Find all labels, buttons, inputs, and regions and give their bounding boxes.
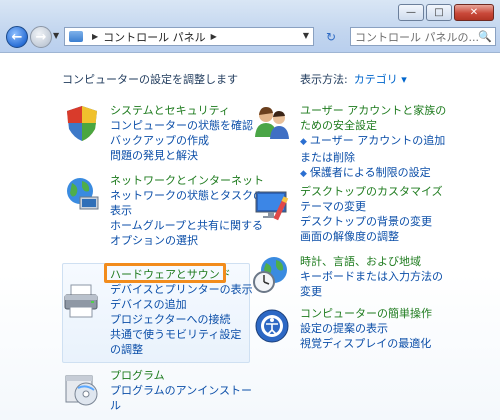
- address-bar[interactable]: ▶ コントロール パネル ▶ ▼: [64, 27, 314, 46]
- breadcrumb-chevron-icon[interactable]: ▶: [211, 32, 217, 41]
- caption-buttons: — □ ✕: [398, 4, 494, 21]
- category-title-network[interactable]: ネットワークとインターネット: [110, 173, 272, 188]
- back-arrow-icon: ←: [11, 29, 23, 45]
- users-icon[interactable]: [252, 103, 292, 143]
- category-title-system[interactable]: システムとセキュリティ: [110, 103, 253, 118]
- link-network-status[interactable]: ネットワークの状態とタスクの表示: [110, 188, 272, 218]
- forward-arrow-icon: →: [35, 29, 47, 45]
- link-change-theme[interactable]: テーマの変更: [300, 199, 443, 214]
- search-input[interactable]: コントロール パネルの... 🔍: [350, 27, 496, 46]
- category-title-programs[interactable]: プログラム: [110, 368, 262, 383]
- highlight-frame: [104, 263, 226, 283]
- refresh-icon: ↻: [325, 29, 337, 44]
- close-button[interactable]: ✕: [454, 4, 494, 21]
- address-dropdown-icon[interactable]: ▼: [303, 31, 309, 40]
- navigation-bar: ← → ▼ ▶ コントロール パネル ▶ ▼ ↻ コントロール パネルの... …: [4, 26, 496, 48]
- view-by-label: 表示方法:: [300, 73, 348, 86]
- view-by: 表示方法: カテゴリ ▾: [300, 71, 407, 87]
- search-icon[interactable]: 🔍: [478, 30, 492, 43]
- title-bar: — □ ✕ ← → ▼ ▶ コントロール パネル ▶ ▼ ↻ コントロール パネ…: [0, 0, 500, 53]
- ease-of-access-icon[interactable]: [252, 306, 292, 346]
- link-adjust-resolution[interactable]: 画面の解像度の調整: [300, 229, 443, 244]
- breadcrumb-control-panel[interactable]: コントロール パネル: [103, 29, 206, 45]
- page-title: コンピューターの設定を調整します: [62, 73, 238, 86]
- network-globe-icon[interactable]: [62, 173, 102, 213]
- link-mobility-settings[interactable]: 共通で使うモビリティ設定の調整: [110, 327, 248, 357]
- link-add-device[interactable]: デバイスの追加: [110, 297, 253, 312]
- link-find-fix-problems[interactable]: 問題の発見と解決: [110, 148, 253, 163]
- category-title-ease[interactable]: コンピューターの簡単操作: [300, 306, 432, 321]
- link-optimize-display[interactable]: 視覚ディスプレイの最適化: [300, 336, 432, 351]
- category-title-appearance[interactable]: デスクトップのカスタマイズ: [300, 184, 443, 199]
- forward-button[interactable]: →: [30, 26, 52, 48]
- link-homegroup-options[interactable]: ホームグループと共有に関するオプションの選択: [110, 218, 272, 248]
- link-check-status[interactable]: コンピューターの状態を確認: [110, 118, 253, 133]
- link-connect-projector[interactable]: プロジェクターへの接続: [110, 312, 253, 327]
- link-create-backup[interactable]: バックアップの作成: [110, 133, 253, 148]
- category-title-clock[interactable]: 時計、言語、および地域: [300, 254, 452, 269]
- link-change-input-method[interactable]: キーボードまたは入力方法の変更: [300, 269, 452, 299]
- clock-globe-icon[interactable]: [252, 254, 292, 294]
- link-parental-controls[interactable]: 保護者による制限の設定: [300, 165, 450, 182]
- breadcrumb-chevron-icon[interactable]: ▶: [92, 32, 98, 41]
- view-by-dropdown[interactable]: カテゴリ ▾: [354, 73, 407, 86]
- recent-pages-dropdown-icon[interactable]: ▼: [53, 31, 59, 40]
- control-panel-folder-icon: [69, 31, 83, 42]
- programs-disc-icon[interactable]: [62, 368, 102, 408]
- link-uninstall-program[interactable]: プログラムのアンインストール: [110, 383, 262, 413]
- printer-icon[interactable]: [62, 281, 102, 321]
- search-placeholder: コントロール パネルの...: [355, 30, 479, 44]
- category-title-users[interactable]: ユーザー アカウントと家族のための安全設定: [300, 103, 450, 133]
- minimize-button[interactable]: —: [398, 4, 424, 21]
- link-devices-printers[interactable]: デバイスとプリンターの表示: [110, 282, 253, 297]
- maximize-button[interactable]: □: [426, 4, 452, 21]
- content-area: コンピューターの設定を調整します 表示方法: カテゴリ ▾ システムとセキュリティ…: [0, 53, 500, 420]
- link-add-remove-accounts[interactable]: ユーザー アカウントの追加または削除: [300, 133, 450, 165]
- control-panel-window: — □ ✕ ← → ▼ ▶ コントロール パネル ▶ ▼ ↻ コントロール パネ…: [0, 0, 500, 420]
- shield-system-icon[interactable]: [62, 103, 102, 143]
- link-change-background[interactable]: デスクトップの背景の変更: [300, 214, 443, 229]
- link-settings-suggestions[interactable]: 設定の提案の表示: [300, 321, 432, 336]
- refresh-button[interactable]: ↻: [318, 27, 344, 46]
- back-button[interactable]: ←: [6, 26, 28, 48]
- desktop-paint-icon[interactable]: [252, 184, 292, 224]
